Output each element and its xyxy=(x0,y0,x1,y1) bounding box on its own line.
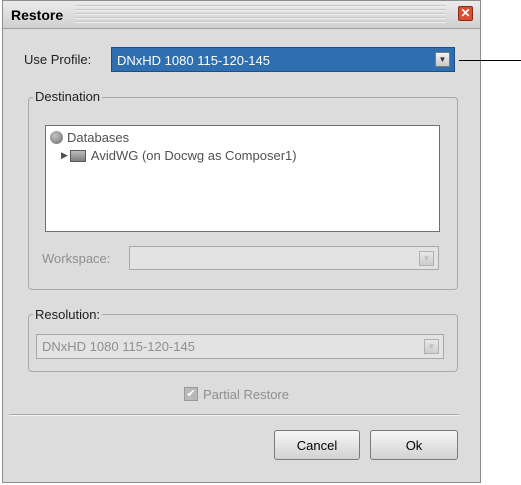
chevron-down-icon: ▼ xyxy=(424,339,439,354)
use-profile-select[interactable]: DNxHD 1080 115-120-145 ▼ xyxy=(111,47,455,72)
partial-restore-label: Partial Restore xyxy=(203,387,289,402)
workspace-select[interactable]: ▼ xyxy=(129,246,439,270)
title-bar[interactable]: Restore ✕ xyxy=(3,1,480,29)
divider-highlight xyxy=(9,415,459,416)
close-icon[interactable]: ✕ xyxy=(458,6,473,21)
chevron-down-icon: ▼ xyxy=(419,251,434,266)
resolution-select[interactable]: DNxHD 1080 115-120-145 ▼ xyxy=(36,334,444,359)
ok-button[interactable]: Ok xyxy=(370,430,458,460)
title-grip xyxy=(75,5,446,24)
partial-restore-checkbox[interactable]: ✔ xyxy=(184,387,198,401)
destination-legend: Destination xyxy=(33,89,103,104)
tree-item-databases[interactable]: Databases xyxy=(50,130,129,145)
database-icon xyxy=(69,149,86,162)
tree-item-avidwg-label: AvidWG (on Docwg as Composer1) xyxy=(90,148,297,163)
globe-icon xyxy=(50,131,63,144)
resolution-value: DNxHD 1080 115-120-145 xyxy=(42,339,195,354)
workspace-label: Workspace: xyxy=(42,251,111,266)
expand-arrow-icon[interactable]: ▶ xyxy=(61,150,68,161)
tree-item-avidwg[interactable]: ▶ AvidWG (on Docwg as Composer1) xyxy=(61,148,297,163)
use-profile-value: DNxHD 1080 115-120-145 xyxy=(117,53,270,68)
database-tree[interactable]: Databases ▶ AvidWG (on Docwg as Composer… xyxy=(45,125,440,232)
callout-line xyxy=(459,60,521,61)
resolution-legend: Resolution: xyxy=(33,307,103,322)
dialog-title: Restore xyxy=(11,7,64,23)
tree-item-databases-label: Databases xyxy=(67,130,130,145)
chevron-down-icon[interactable]: ▼ xyxy=(435,52,450,67)
use-profile-label: Use Profile: xyxy=(24,52,92,67)
cancel-button[interactable]: Cancel xyxy=(274,430,360,460)
